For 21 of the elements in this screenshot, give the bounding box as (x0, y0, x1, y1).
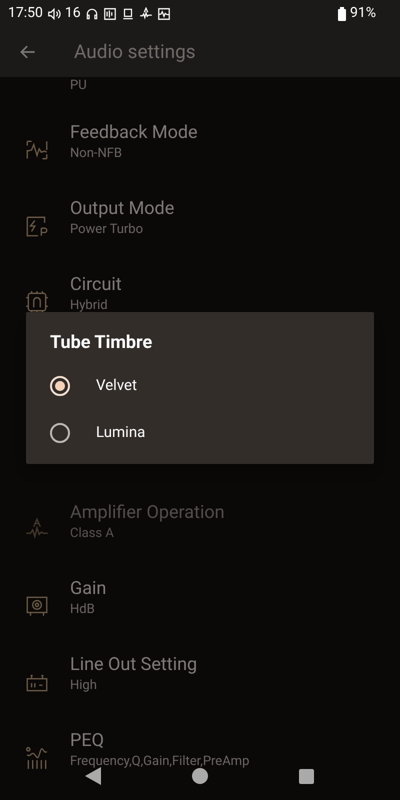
setting-value: Class A (70, 525, 115, 543)
volume-level: 16 (64, 4, 81, 23)
setting-value: PU (70, 77, 87, 95)
setting-title[interactable]: Line Out Setting (70, 653, 198, 677)
setting-title[interactable]: Output Mode (70, 197, 174, 221)
setting-value: Hybrid (70, 297, 109, 315)
setting-value: Frequency,Q,Gain,Filter,PreAmp (70, 753, 250, 771)
setting-value: Power Turbo (70, 221, 144, 239)
setting-value: Non-NFB (70, 145, 124, 163)
setting-title[interactable]: Circuit (70, 273, 122, 297)
setting-title[interactable]: PEQ (70, 729, 250, 753)
battery-level: 91% (350, 4, 376, 23)
setting-title[interactable]: Feedback Mode (70, 121, 198, 145)
dialog-title: Tube Timbre (49, 331, 154, 355)
setting-value: High (70, 677, 98, 695)
radio-option[interactable]: Lumina (26, 409, 374, 456)
setting-value: HdB (70, 601, 96, 619)
setting-title[interactable]: Gain (70, 577, 106, 601)
status-time: 17:50 (8, 4, 43, 23)
screen-title: Audio settings (74, 38, 196, 65)
radio-option[interactable]: Velvet (26, 362, 374, 409)
